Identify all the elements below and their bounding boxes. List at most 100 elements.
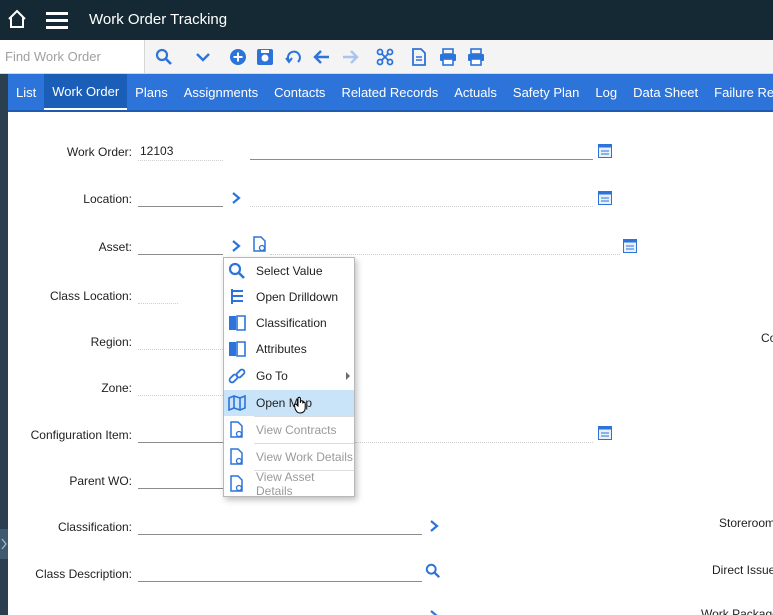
class-location-label: Class Location:	[49, 289, 132, 303]
workflow-icon[interactable]	[374, 46, 396, 68]
asset-context-menu: Select Value Open Drilldown Classificati…	[223, 257, 355, 498]
find-work-order-input[interactable]	[0, 40, 140, 73]
classification-label: Classification:	[57, 520, 132, 534]
link-icon	[227, 367, 247, 385]
work-order-field[interactable]: 12103	[138, 141, 223, 161]
asset-long-description-icon[interactable]	[622, 238, 638, 254]
right-co-label: Co	[761, 331, 773, 345]
attributes-book-icon	[227, 340, 247, 358]
direct-issue-label: Direct Issue	[712, 563, 773, 577]
tab-contacts[interactable]: Contacts	[266, 74, 333, 110]
menu-item-open-map[interactable]: Open Map	[224, 390, 354, 416]
class-description-search-icon[interactable]	[425, 563, 441, 579]
location-description-field[interactable]	[250, 187, 593, 207]
tab-plans[interactable]: Plans	[127, 74, 176, 110]
work-order-label: Work Order:	[66, 145, 132, 159]
next-icon[interactable]	[339, 46, 361, 68]
hamburger-menu-icon[interactable]	[46, 10, 68, 30]
tab-bar: List Work Order Plans Assignments Contac…	[8, 74, 773, 112]
menu-item-open-drilldown[interactable]: Open Drilldown	[224, 284, 354, 310]
submenu-arrow-icon	[346, 372, 350, 380]
title-bar: Work Order Tracking	[0, 0, 773, 40]
new-record-icon[interactable]	[227, 46, 249, 68]
location-long-description-icon[interactable]	[597, 190, 613, 206]
classification-book-icon	[227, 314, 247, 332]
menu-item-label: View Work Details	[256, 450, 353, 464]
location-label: Location:	[83, 192, 132, 206]
view-document-icon	[227, 448, 247, 466]
menu-item-label: View Asset Details	[256, 470, 315, 498]
work-order-description-field[interactable]	[250, 140, 593, 160]
toolbar	[0, 40, 773, 74]
asset-detail-menu-icon[interactable]	[228, 238, 244, 254]
tab-failure-reporting[interactable]: Failure Re	[706, 74, 773, 110]
menu-item-label: Attributes	[256, 342, 307, 356]
parent-wo-label: Parent WO:	[69, 474, 132, 488]
asset-view-document-icon[interactable]	[252, 236, 268, 252]
tab-assignments[interactable]: Assignments	[176, 74, 266, 110]
menu-item-view-contracts: View Contracts	[224, 417, 354, 443]
class-description-field[interactable]	[138, 562, 422, 582]
print-icon[interactable]	[437, 46, 459, 68]
menu-item-select-value[interactable]: Select Value	[224, 258, 354, 284]
tab-safety-plan[interactable]: Safety Plan	[505, 74, 588, 110]
menu-item-label: Open Drilldown	[256, 290, 339, 304]
report-icon[interactable]	[408, 46, 430, 68]
work-order-tracking-app: Work Order Tracking Find Work Order List…	[0, 0, 773, 615]
menu-item-label: Classification	[256, 316, 327, 330]
menu-item-label: Go To	[256, 369, 288, 383]
menu-item-classification[interactable]: Classification	[224, 310, 354, 336]
configuration-item-description-field[interactable]	[355, 423, 593, 443]
zone-label: Zone:	[101, 381, 132, 395]
work-package-detail-menu-icon[interactable]	[426, 608, 442, 615]
menu-item-label: Select Value	[256, 264, 323, 278]
tab-data-sheet[interactable]: Data Sheet	[625, 74, 706, 110]
app-title: Work Order Tracking	[89, 11, 228, 28]
location-detail-menu-icon[interactable]	[228, 190, 244, 206]
save-icon[interactable]	[254, 46, 276, 68]
tab-actuals[interactable]: Actuals	[446, 74, 505, 110]
region-label: Region:	[90, 335, 132, 349]
configuration-item-field[interactable]	[138, 423, 223, 443]
tab-work-order[interactable]: Work Order	[44, 74, 128, 110]
select-value-icon	[227, 262, 247, 280]
home-icon[interactable]	[6, 8, 28, 30]
print-alt-icon[interactable]	[465, 46, 487, 68]
menu-item-go-to[interactable]: Go To	[224, 363, 354, 389]
chevron-down-icon[interactable]	[192, 46, 214, 68]
menu-item-view-work-details: View Work Details	[224, 444, 354, 470]
search-icon[interactable]	[153, 46, 175, 68]
view-document-icon	[227, 475, 247, 493]
view-document-icon	[227, 421, 247, 439]
classification-field[interactable]	[138, 515, 422, 535]
left-panel-collapsed	[0, 74, 8, 615]
find-work-order-box	[0, 40, 145, 73]
asset-field[interactable]	[138, 235, 223, 255]
region-field[interactable]	[138, 330, 223, 350]
class-description-label: Class Description:	[35, 567, 132, 581]
expand-panel-handle[interactable]	[0, 529, 8, 559]
storeroom-label: Storeroom	[719, 516, 773, 530]
classification-detail-menu-icon[interactable]	[426, 518, 442, 534]
undo-icon[interactable]	[283, 46, 305, 68]
tab-log[interactable]: Log	[587, 74, 625, 110]
hand-pointer-cursor-icon	[293, 396, 308, 417]
previous-icon[interactable]	[311, 46, 333, 68]
map-icon	[227, 394, 247, 412]
long-description-icon[interactable]	[597, 143, 613, 159]
class-location-field[interactable]	[138, 284, 178, 304]
tab-related-records[interactable]: Related Records	[333, 74, 446, 110]
configuration-item-long-description-icon[interactable]	[597, 425, 613, 441]
asset-label: Asset:	[98, 240, 132, 254]
menu-item-attributes[interactable]: Attributes	[224, 336, 354, 362]
drilldown-icon	[227, 288, 247, 306]
menu-item-view-asset-details: View Asset Details	[224, 470, 354, 498]
configuration-item-label: Configuration Item:	[30, 428, 132, 442]
location-field[interactable]	[138, 187, 223, 207]
zone-field[interactable]	[138, 376, 223, 396]
asset-description-field[interactable]	[270, 235, 620, 255]
work-package-label: Work Package	[701, 607, 773, 615]
menu-item-label: View Contracts	[256, 423, 337, 437]
tab-list[interactable]: List	[8, 74, 44, 110]
parent-wo-field[interactable]	[138, 469, 223, 489]
